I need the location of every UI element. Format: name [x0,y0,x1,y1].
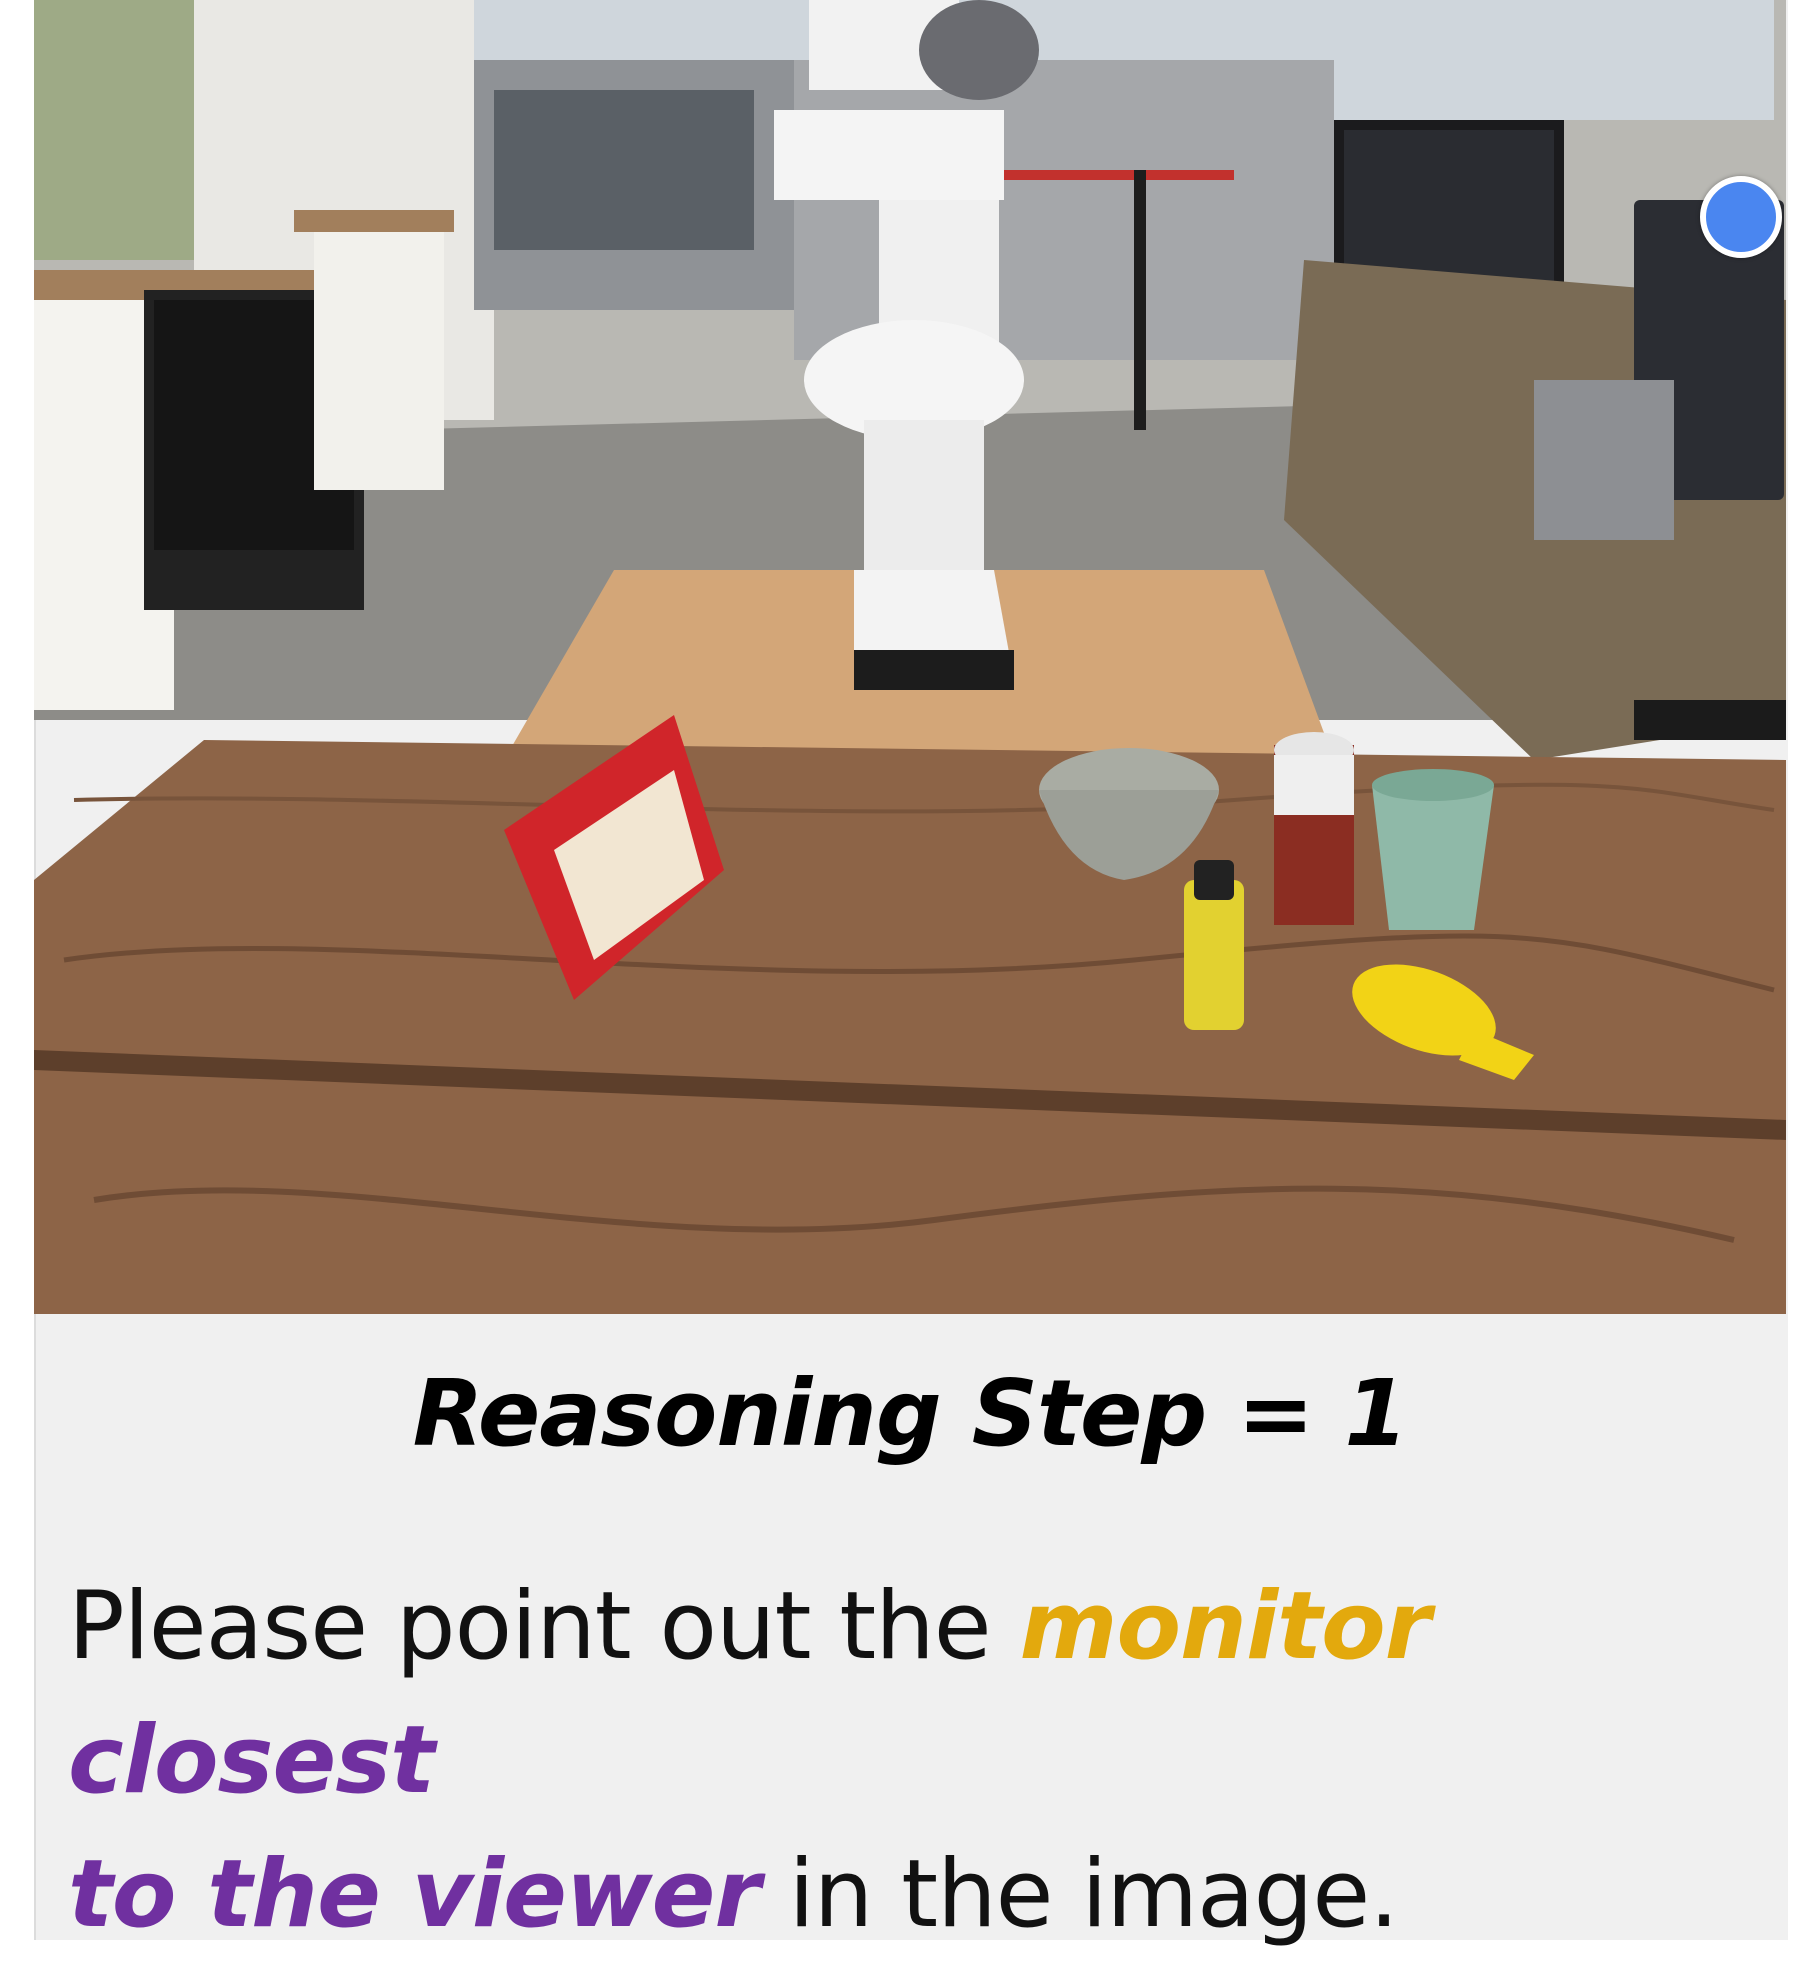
prompt-prefix: Please point out the [68,1572,1020,1681]
point-marker [1700,176,1782,258]
reasoning-step-title: Reasoning Step = 1 [412,1360,1409,1467]
scene-photo [34,0,1786,1314]
prompt-object: monitor [1019,1572,1432,1681]
prompt-suffix: in the image. [759,1840,1399,1949]
instruction-text: Please point out the monitor closest to t… [68,1560,1768,1962]
prompt-relation-2: to the viewer [68,1840,761,1949]
prompt-relation-1: closest [68,1706,435,1815]
